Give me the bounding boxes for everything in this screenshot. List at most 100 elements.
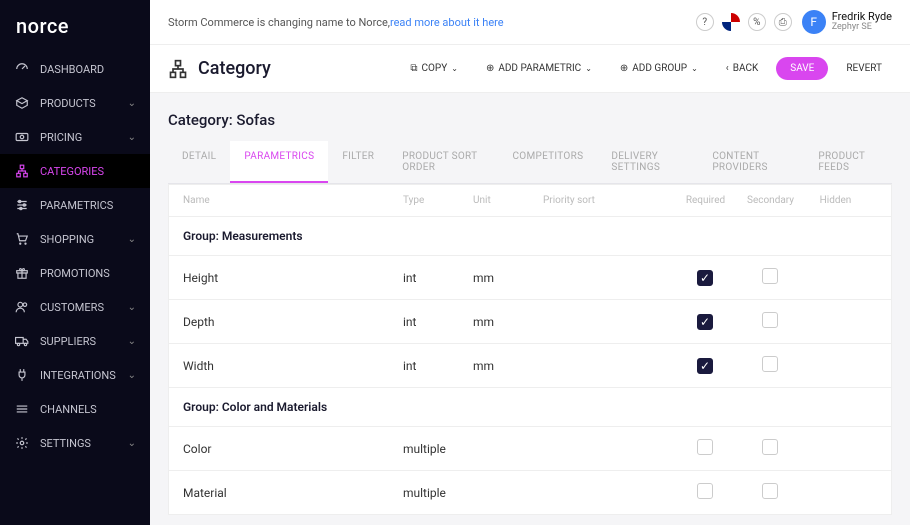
col-hidden: Hidden (803, 195, 868, 206)
plug-icon (14, 367, 30, 383)
money-icon (14, 129, 30, 145)
nav-shopping[interactable]: SHOPPING ⌄ (0, 222, 150, 256)
nav-label: SHOPPING (40, 233, 94, 246)
help-icon[interactable]: ? (696, 13, 714, 31)
user-block[interactable]: Fredrik Ryde Zephyr SE (832, 11, 892, 33)
tab-content-providers[interactable]: CONTENT PROVIDERS (698, 141, 804, 183)
group-row: Group: Color and Materials (169, 387, 891, 426)
avatar[interactable]: F (802, 10, 826, 34)
tab-filter[interactable]: FILTER (328, 141, 388, 183)
table-row: Color multiple (169, 426, 891, 470)
tab-delivery-settings[interactable]: DELIVERY SETTINGS (597, 141, 698, 183)
nav-dashboard[interactable]: DASHBOARD (0, 52, 150, 86)
required-checkbox[interactable]: ✓ (697, 358, 713, 374)
chevron-down-icon: ⌄ (128, 370, 136, 381)
content: Category: Sofas DETAIL PARAMETRICS FILTE… (150, 93, 910, 525)
layers-icon (14, 401, 30, 417)
topbar: Storm Commerce is changing name to Norce… (150, 0, 910, 45)
nav-suppliers[interactable]: SUPPLIERS ⌄ (0, 324, 150, 358)
announcement-link[interactable]: read more about it here (390, 16, 504, 29)
chevron-left-icon: ‹ (726, 63, 729, 74)
sliders-icon (14, 197, 30, 213)
col-unit: Unit (473, 195, 543, 206)
secondary-checkbox[interactable] (762, 356, 778, 372)
chevron-down-icon: ⌄ (128, 132, 136, 143)
nav-categories[interactable]: CATEGORIES (0, 154, 150, 188)
chevron-down-icon: ⌄ (128, 98, 136, 109)
chevron-down-icon: ⌄ (128, 302, 136, 313)
back-button[interactable]: ‹BACK (716, 57, 769, 80)
nav-label: SUPPLIERS (40, 335, 96, 348)
secondary-checkbox[interactable] (762, 268, 778, 284)
category-heading: Category: Sofas (168, 111, 892, 129)
required-checkbox[interactable] (697, 483, 713, 499)
save-button[interactable]: SAVE (776, 57, 828, 80)
nav-label: CUSTOMERS (40, 301, 104, 314)
chevron-down-icon: ⌄ (451, 64, 458, 73)
page-title: Category (198, 58, 271, 79)
chevron-down-icon: ⌄ (128, 336, 136, 347)
tab-detail[interactable]: DETAIL (168, 141, 230, 183)
secondary-checkbox[interactable] (762, 439, 778, 455)
locale-icon[interactable] (722, 13, 740, 31)
announcement-text: Storm Commerce is changing name to Norce… (168, 16, 390, 29)
sitemap-icon (14, 163, 30, 179)
nav-settings[interactable]: SETTINGS ⌄ (0, 426, 150, 460)
tab-competitors[interactable]: COMPETITORS (498, 141, 597, 183)
sitemap-icon (168, 59, 188, 79)
nav-pricing[interactable]: PRICING ⌄ (0, 120, 150, 154)
tab-parametrics[interactable]: PARAMETRICS (230, 141, 328, 183)
copy-button[interactable]: ⧉COPY⌄ (400, 57, 468, 80)
revert-button[interactable]: REVERT (836, 57, 892, 80)
nav-label: SETTINGS (40, 437, 91, 450)
required-checkbox[interactable]: ✓ (697, 314, 713, 330)
nav-parametrics[interactable]: PARAMETRICS (0, 188, 150, 222)
nav-label: PROMOTIONS (40, 267, 110, 280)
table-row: Width int mm ✓ (169, 343, 891, 387)
nav: DASHBOARD PRODUCTS ⌄ PRICING ⌄ CATEGORIE… (0, 52, 150, 525)
gift-icon (14, 265, 30, 281)
secondary-checkbox[interactable] (762, 483, 778, 499)
gauge-icon (14, 61, 30, 77)
nav-label: PRODUCTS (40, 97, 96, 110)
main: Storm Commerce is changing name to Norce… (150, 0, 910, 525)
add-parametric-button[interactable]: ⊕ADD PARAMETRIC⌄ (476, 57, 602, 80)
print-icon[interactable]: ⎙ (774, 13, 792, 31)
col-type: Type (403, 195, 473, 206)
col-name: Name (183, 195, 403, 206)
plus-icon: ⊕ (620, 63, 628, 74)
nav-customers[interactable]: CUSTOMERS ⌄ (0, 290, 150, 324)
nav-label: CHANNELS (40, 403, 97, 416)
col-required: Required (673, 195, 738, 206)
tab-product-sort-order[interactable]: PRODUCT SORT ORDER (388, 141, 498, 183)
chevron-down-icon: ⌄ (128, 438, 136, 449)
page-header: Category ⧉COPY⌄ ⊕ADD PARAMETRIC⌄ ⊕ADD GR… (150, 45, 910, 93)
gear-icon (14, 435, 30, 451)
secondary-checkbox[interactable] (762, 312, 778, 328)
plus-icon: ⊕ (486, 63, 494, 74)
add-group-button[interactable]: ⊕ADD GROUP⌄ (610, 57, 708, 80)
nav-label: PRICING (40, 131, 82, 144)
table-row: Depth int mm ✓ (169, 299, 891, 343)
percent-icon[interactable]: % (748, 13, 766, 31)
nav-channels[interactable]: CHANNELS (0, 392, 150, 426)
nav-label: INTEGRATIONS (40, 369, 116, 382)
nav-products[interactable]: PRODUCTS ⌄ (0, 86, 150, 120)
cart-icon (14, 231, 30, 247)
group-row: Group: Measurements (169, 216, 891, 255)
nav-integrations[interactable]: INTEGRATIONS ⌄ (0, 358, 150, 392)
user-org: Zephyr SE (832, 23, 892, 33)
nav-label: CATEGORIES (40, 165, 104, 178)
col-secondary: Secondary (738, 195, 803, 206)
chevron-down-icon: ⌄ (691, 64, 698, 73)
tab-product-feeds[interactable]: PRODUCT FEEDS (804, 141, 892, 183)
chevron-down-icon: ⌄ (128, 234, 136, 245)
truck-icon (14, 333, 30, 349)
table-row: Material multiple (169, 470, 891, 514)
table-header: Name Type Unit Priority sort Required Se… (169, 185, 891, 216)
required-checkbox[interactable]: ✓ (697, 270, 713, 286)
required-checkbox[interactable] (697, 439, 713, 455)
chevron-down-icon: ⌄ (585, 64, 592, 73)
nav-promotions[interactable]: PROMOTIONS (0, 256, 150, 290)
table-row: Height int mm ✓ (169, 255, 891, 299)
